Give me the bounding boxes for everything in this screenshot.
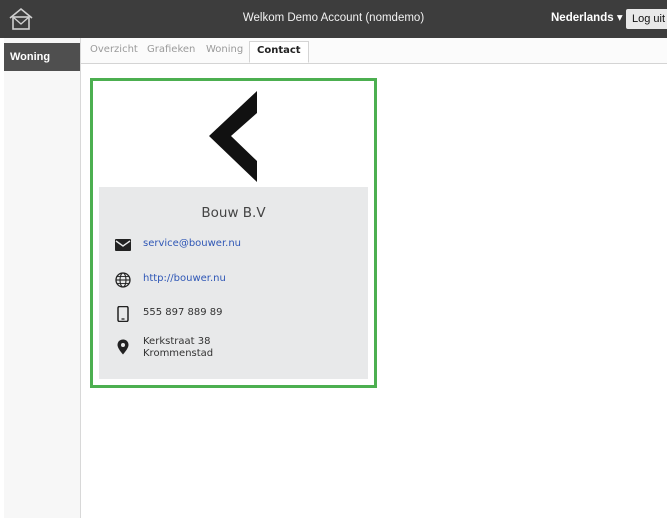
contact-info-panel: Bouw B.V service@bouwer.nu http://bouwer… — [99, 187, 368, 379]
map-pin-icon — [117, 339, 129, 355]
mobile-phone-icon — [117, 306, 129, 322]
sidebar: Woning — [4, 38, 81, 518]
language-dropdown[interactable]: Nederlands ▾ — [551, 0, 623, 38]
logout-button[interactable]: Log uit — [626, 9, 667, 29]
tab-grafieken[interactable]: Grafieken — [147, 44, 195, 55]
tab-overzicht[interactable]: Overzicht — [90, 44, 138, 55]
sidebar-item-woning[interactable]: Woning — [4, 43, 80, 71]
email-link[interactable]: service@bouwer.nu — [143, 238, 241, 249]
company-name: Bouw B.V — [201, 205, 266, 221]
globe-icon — [115, 272, 131, 288]
address: Kerkstraat 38 Krommenstad — [143, 336, 213, 360]
tab-contact[interactable]: Contact — [249, 41, 309, 63]
top-bar: Welkom Demo Account (nomdemo) Nederlands… — [0, 0, 667, 38]
envelope-icon — [115, 239, 131, 251]
address-street: Kerkstraat 38 — [143, 336, 211, 347]
tab-bar: Overzicht Grafieken Woning Contact — [81, 38, 667, 64]
website-link[interactable]: http://bouwer.nu — [143, 273, 226, 284]
tab-woning[interactable]: Woning — [206, 44, 243, 55]
phone-number: 555 897 889 89 — [143, 307, 223, 318]
chevron-left-logo — [209, 91, 257, 182]
contact-card: Bouw B.V service@bouwer.nu http://bouwer… — [90, 78, 377, 388]
address-city: Krommenstad — [143, 348, 214, 359]
